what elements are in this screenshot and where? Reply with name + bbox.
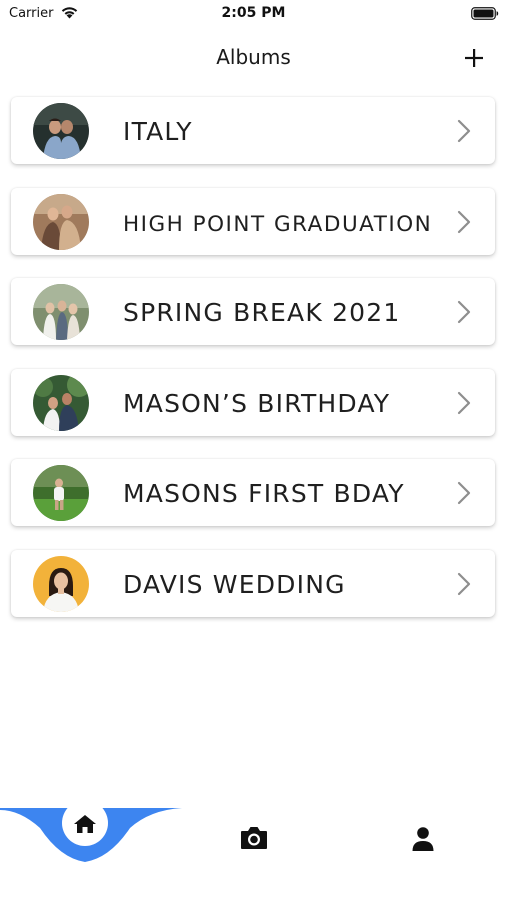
battery-icon	[471, 7, 499, 20]
album-title: DAVIS WEDDING	[123, 569, 346, 599]
album-avatar	[33, 465, 89, 521]
tab-camera[interactable]	[239, 824, 269, 852]
album-avatar	[33, 103, 89, 159]
album-item-masons-first-bday[interactable]: MASONS FIRST BDAY	[11, 459, 495, 526]
tab-profile[interactable]	[411, 826, 435, 852]
album-item-italy[interactable]: ITALY	[11, 97, 495, 164]
page-title: Albums	[216, 45, 291, 69]
status-bar: Carrier 2:05 PM	[0, 0, 507, 28]
album-title: ITALY	[123, 117, 193, 146]
album-avatar	[33, 284, 89, 340]
chevron-right-icon	[457, 391, 471, 414]
chevron-right-icon	[457, 481, 471, 505]
tab-bar	[0, 800, 507, 900]
album-item-spring-break-2021[interactable]: SPRING BREAK 2021	[11, 278, 495, 345]
album-item-davis-wedding[interactable]: DAVIS WEDDING	[11, 549, 495, 617]
album-title: MASONS FIRST BDAY	[123, 479, 405, 508]
chevron-right-icon	[457, 300, 471, 324]
album-title: MASON’S BIRTHDAY	[123, 388, 391, 418]
album-avatar	[33, 374, 89, 431]
album-item-high-point-graduation[interactable]: HIGH POINT GRADUATION	[11, 187, 495, 255]
album-avatar	[33, 193, 89, 250]
album-list: ITALY HIGH POINT GRADUATION SPRING BREAK…	[11, 97, 497, 640]
status-time: 2:05 PM	[221, 5, 286, 21]
album-title: SPRING BREAK 2021	[123, 298, 401, 327]
tab-home[interactable]	[62, 800, 108, 846]
nav-bar: Albums	[0, 38, 507, 78]
chevron-right-icon	[457, 572, 471, 595]
chevron-right-icon	[457, 210, 471, 233]
chevron-right-icon	[457, 119, 471, 143]
album-title: HIGH POINT GRADUATION	[123, 211, 433, 237]
add-album-button[interactable]	[463, 47, 485, 69]
album-item-masons-birthday[interactable]: MASON’S BIRTHDAY	[11, 368, 495, 436]
home-icon	[74, 815, 96, 833]
album-avatar	[33, 555, 89, 612]
